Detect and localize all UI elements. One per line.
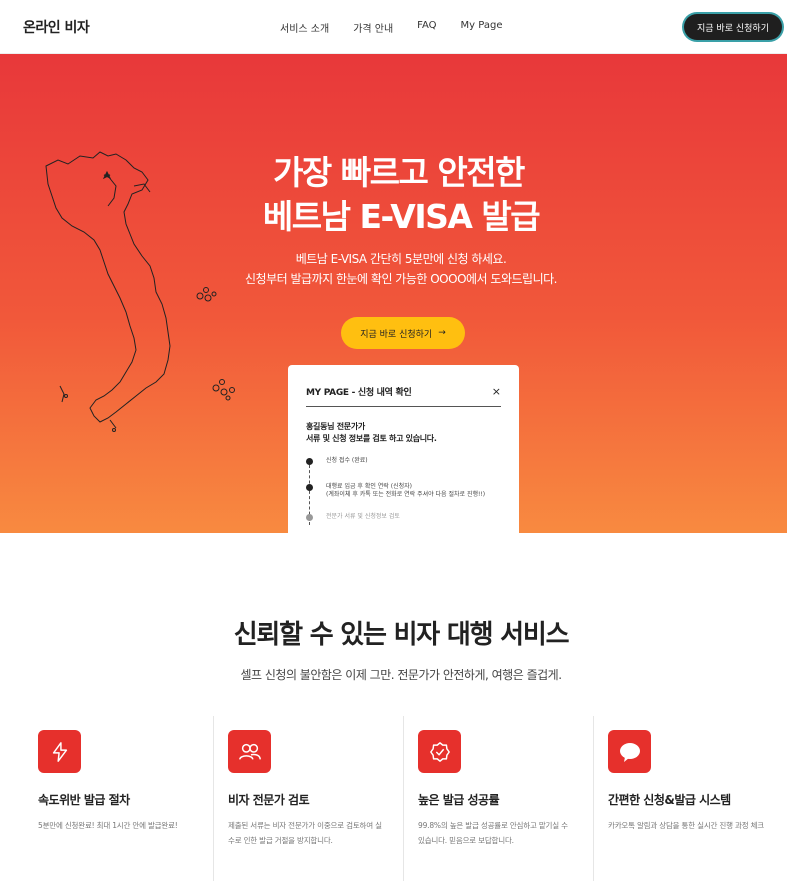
- hero-apply-label: 지금 바로 신청하기: [360, 329, 433, 340]
- lightning-icon: [38, 730, 81, 773]
- step-dot-icon: [306, 484, 313, 491]
- nav-item-faq[interactable]: FAQ: [417, 20, 436, 35]
- feature-item: 속도위반 발급 절차 5분만에 신청완료! 최대 1시간 안에 발급완료!: [24, 716, 214, 881]
- kakaotalk-icon: [608, 730, 651, 773]
- card-message-line2: 서류 및 신청 정보를 검토 하고 있습니다.: [306, 434, 437, 443]
- site-logo[interactable]: 온라인 비자: [23, 17, 90, 37]
- users-icon: [228, 730, 271, 773]
- close-icon[interactable]: ×: [492, 385, 501, 398]
- nav-item-mypage[interactable]: My Page: [461, 20, 503, 35]
- progress-step: 신청 접수 (완료): [306, 457, 501, 483]
- feature-title: 비자 전문가 검토: [228, 793, 310, 807]
- feature-item: 높은 발급 성공률 99.8%의 높은 발급 성공률로 안심하고 맡기실 수 있…: [404, 716, 594, 881]
- step-label: 전문가 서류 및 신청정보 검토: [326, 513, 400, 520]
- hero-subtitle-line1: 베트남 E-VISA 간단히 5분만에 신청 하세요.: [295, 252, 507, 266]
- hero-subtitle-line2: 신청부터 발급까지 한눈에 확인 가능한 OOOO에서 도와드립니다.: [245, 272, 557, 286]
- feature-item: 비자 전문가 검토 제출된 서류는 비자 전문가가 이중으로 검토하여 실수로 …: [214, 716, 404, 881]
- progress-steps: 신청 접수 (완료) 대행료 입금 후 확인 연락 (신청자) (계좌이체 후 …: [306, 457, 501, 525]
- step-label: 신청 접수 (완료): [326, 457, 368, 464]
- progress-step: 전문가 서류 및 신청정보 검토: [306, 513, 501, 521]
- feature-description: 카카오톡 알림과 상담을 통한 실시간 진행 과정 체크: [608, 821, 764, 830]
- step-dot-icon: [306, 458, 313, 465]
- feature-title: 높은 발급 성공률: [418, 793, 500, 807]
- feature-description: 제출된 서류는 비자 전문가가 이중으로 검토하여 실수로 인한 발급 거절을 …: [228, 821, 382, 845]
- hero-title-line2: 베트남 E-VISA 발급: [262, 197, 541, 236]
- section-title: 신뢰할 수 있는 비자 대행 서비스: [233, 620, 570, 650]
- feature-title: 간편한 신청&발급 시스템: [608, 793, 731, 807]
- section-subtitle: 셀프 신청의 불안함은 이제 그만. 전문가가 안전하게, 여행은 즐겁게.: [240, 668, 562, 682]
- feature-list: 속도위반 발급 절차 5분만에 신청완료! 최대 1시간 안에 발급완료! 비자…: [24, 716, 787, 881]
- hero-section: 가장 빠르고 안전한 베트남 E-VISA 발급 베트남 E-VISA 간단히 …: [0, 54, 787, 533]
- nav-item-service[interactable]: 서비스 소개: [280, 20, 329, 35]
- card-message-line1: 홍길동님 전문가가: [306, 422, 365, 431]
- hero-title-line1: 가장 빠르고 안전한: [273, 153, 525, 192]
- feature-description: 5분만에 신청완료! 최대 1시간 안에 발급완료!: [38, 821, 178, 830]
- main-nav: 서비스 소개 가격 안내 FAQ My Page: [280, 20, 502, 35]
- mypage-status-card: MY PAGE - 신청 내역 확인 × 홍길동님 전문가가 서류 및 신청 정…: [288, 365, 519, 533]
- hero-apply-button[interactable]: 지금 바로 신청하기 →: [341, 317, 465, 349]
- card-status-message: 홍길동님 전문가가 서류 및 신청 정보를 검토 하고 있습니다.: [306, 421, 501, 445]
- header-apply-button[interactable]: 지금 바로 신청하기: [684, 14, 782, 40]
- step-note: (계좌이체 후 카톡 또는 전화로 연락 주셔야 다음 절차로 진행!!): [326, 491, 486, 498]
- nav-item-pricing[interactable]: 가격 안내: [353, 20, 393, 35]
- site-header: 온라인 비자 서비스 소개 가격 안내 FAQ My Page 지금 바로 신청…: [0, 0, 787, 54]
- arrow-right-icon: →: [438, 328, 446, 338]
- feature-description: 99.8%의 높은 발급 성공률로 안심하고 맡기실 수 있습니다. 믿음으로 …: [418, 821, 568, 845]
- feature-title: 속도위반 발급 절차: [38, 793, 130, 807]
- progress-step: 대행료 입금 후 확인 연락 (신청자) (계좌이체 후 카톡 또는 전화로 연…: [306, 483, 501, 513]
- step-label: 대행료 입금 후 확인 연락 (신청자): [326, 483, 412, 490]
- step-dot-icon: [306, 514, 313, 521]
- feature-item: 간편한 신청&발급 시스템 카카오톡 알림과 상담을 통한 실시간 진행 과정 …: [594, 716, 784, 881]
- badge-check-icon: [418, 730, 461, 773]
- card-title: MY PAGE - 신청 내역 확인: [306, 388, 412, 398]
- card-header: MY PAGE - 신청 내역 확인 ×: [306, 385, 501, 407]
